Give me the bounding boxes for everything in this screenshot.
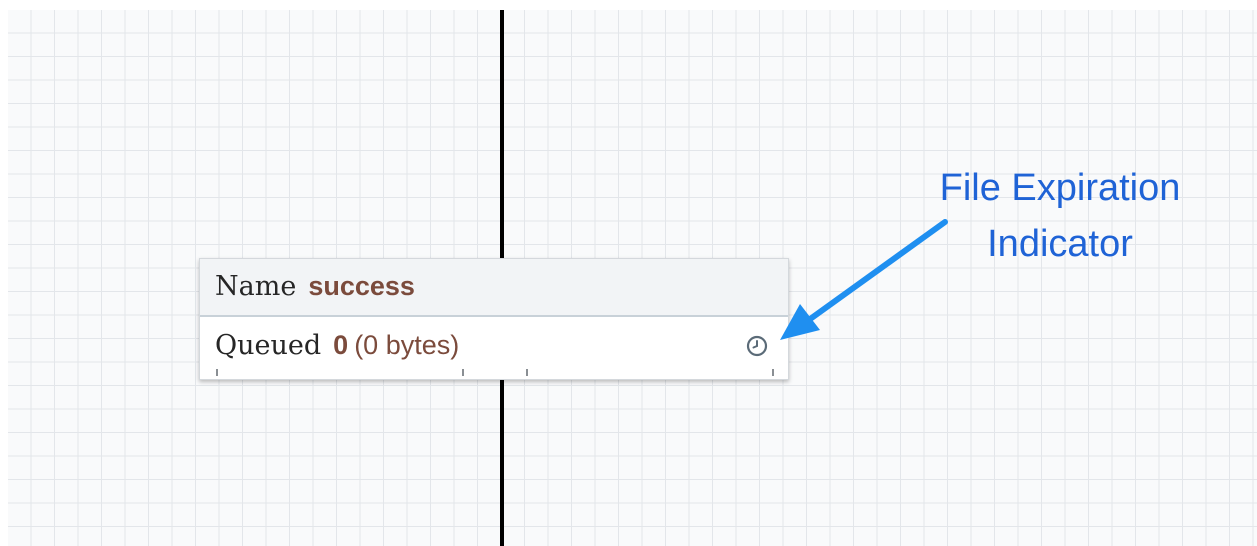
queue-progress-ticks bbox=[200, 369, 788, 377]
tick-mark bbox=[772, 369, 774, 376]
queued-count: 0 bbox=[333, 330, 349, 360]
callout-line-1: File Expiration bbox=[939, 167, 1181, 209]
clock-icon[interactable] bbox=[746, 335, 768, 357]
file-expiration-callout: File Expiration Indicator bbox=[900, 160, 1220, 272]
name-value: success bbox=[308, 271, 415, 301]
connection-label[interactable]: Name success Queued 0 (0 bytes) bbox=[199, 258, 789, 380]
queued-label: Queued bbox=[215, 330, 322, 361]
queued-stats: Queued 0 (0 bytes) bbox=[215, 330, 459, 361]
connection-name: Name success bbox=[215, 271, 415, 302]
connection-name-row: Name success bbox=[200, 259, 788, 317]
name-label: Name bbox=[215, 271, 297, 302]
connection-queued-row: Queued 0 (0 bytes) bbox=[200, 317, 788, 379]
tick-mark bbox=[462, 369, 464, 376]
callout-line-2: Indicator bbox=[987, 223, 1133, 265]
tick-mark bbox=[216, 369, 218, 376]
tick-mark bbox=[526, 369, 528, 376]
queued-size: (0 bytes) bbox=[354, 330, 460, 360]
